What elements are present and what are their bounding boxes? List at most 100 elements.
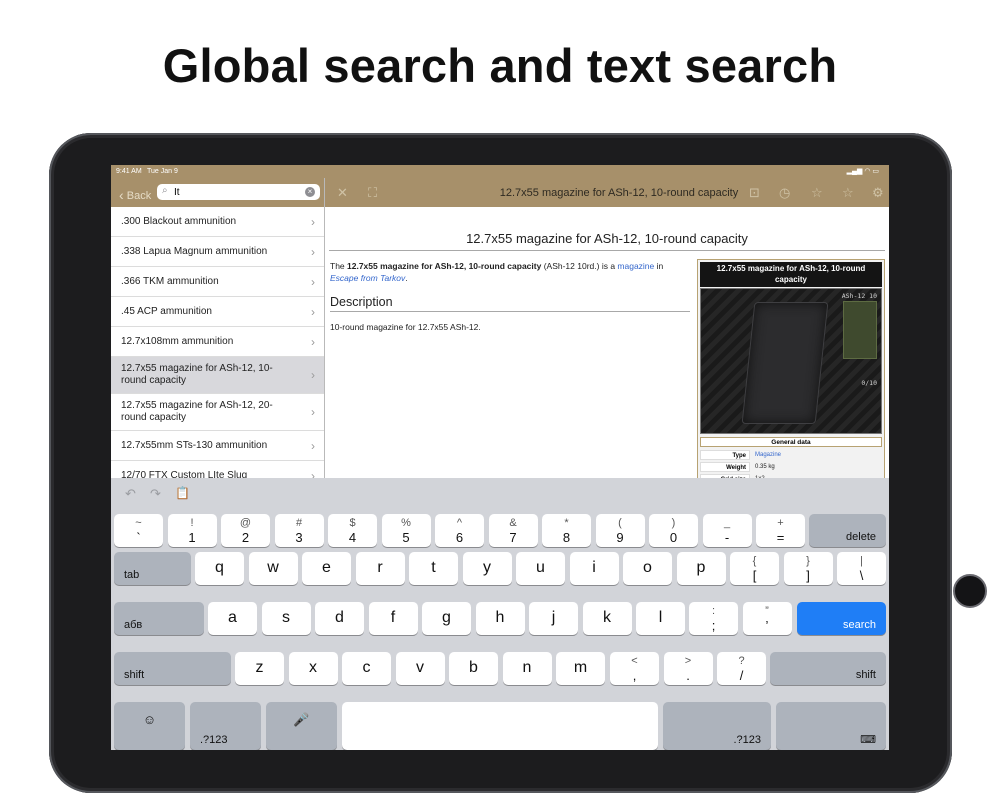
emoji-key[interactable]: ☺ — [114, 702, 185, 750]
key-z[interactable]: z — [235, 652, 284, 685]
search-field[interactable]: ⌕ × — [157, 184, 320, 200]
list-item[interactable]: .45 ACP ammunition › — [111, 297, 324, 327]
key-w[interactable]: w — [248, 552, 298, 585]
search-input[interactable] — [174, 185, 294, 199]
key-d[interactable]: d — [315, 602, 364, 635]
key-label: delete — [846, 531, 876, 543]
key-label: l — [658, 609, 663, 626]
key-`[interactable]: ~ ` — [114, 514, 163, 547]
tab-key[interactable]: tab — [114, 552, 191, 585]
key-j[interactable]: j — [529, 602, 578, 635]
key-g[interactable]: g — [422, 602, 471, 635]
key-m[interactable]: m — [556, 652, 605, 685]
search-key[interactable]: search — [797, 602, 886, 635]
space-key[interactable] — [342, 702, 658, 750]
list-item[interactable]: .366 TKM ammunition › — [111, 267, 324, 297]
key-label: f — [390, 609, 396, 626]
key-shift-label: _ — [723, 517, 731, 529]
key-5[interactable]: % 5 — [381, 514, 431, 547]
history-icon[interactable]: ◷ — [779, 185, 790, 201]
key-6[interactable]: ^ 6 — [435, 514, 484, 547]
fullscreen-icon[interactable]: ⛶ — [368, 185, 377, 201]
key-7[interactable]: & 7 — [488, 514, 538, 547]
key--[interactable]: _ - — [702, 514, 752, 547]
key-v[interactable]: v — [395, 652, 445, 685]
key-symbol[interactable]: | \ — [837, 552, 886, 585]
key-b[interactable]: b — [449, 652, 498, 685]
numbers-key-right[interactable]: .?123 — [663, 702, 771, 750]
key-symbol[interactable]: }] — [783, 552, 833, 585]
key-l[interactable]: l — [636, 602, 685, 635]
key-h[interactable]: h — [475, 602, 525, 635]
key-o[interactable]: o — [623, 552, 672, 585]
game-link[interactable]: Escape from Tarkov — [330, 273, 405, 283]
key-4[interactable]: $4 — [328, 514, 377, 547]
key-s[interactable]: s — [261, 602, 311, 635]
key-e[interactable]: e — [302, 552, 351, 585]
key-9[interactable]: (9 — [595, 514, 645, 547]
key-f[interactable]: f — [368, 602, 418, 635]
clear-search-icon[interactable]: × — [305, 187, 315, 197]
key-label: c — [362, 659, 371, 676]
magazine-link[interactable]: magazine — [617, 261, 654, 271]
key-q[interactable]: q — [195, 552, 244, 585]
key-symbol[interactable]: >. — [663, 652, 713, 685]
ipad-screen: 9:41 AM Tue Jan 9 ▂▄▆ ◠ ▭ ‹ Back ⌕ × .30… — [111, 165, 889, 750]
key-=[interactable]: + = — [756, 514, 805, 547]
list-item[interactable]: 12.7x108mm ammunition › — [111, 327, 324, 357]
infobox-value[interactable]: Magazine — [752, 450, 882, 460]
close-icon[interactable]: ✕ — [337, 185, 348, 201]
key-0[interactable]: ) 0 — [649, 514, 698, 547]
find-in-page-icon[interactable]: ⊡ — [749, 185, 760, 201]
key-n[interactable]: n — [502, 652, 552, 685]
delete-key[interactable]: delete — [809, 514, 886, 547]
key-symbol[interactable]: ? / — [717, 652, 766, 685]
key-label: 6 — [455, 530, 464, 545]
key-8[interactable]: * 8 — [542, 514, 591, 547]
list-item[interactable]: .338 Lapua Magnum ammunition › — [111, 237, 324, 267]
back-button[interactable]: ‹ Back — [119, 186, 151, 203]
key-symbol[interactable]: {[ — [730, 552, 779, 585]
paste-icon[interactable]: 📋 — [175, 486, 190, 500]
key-symbol[interactable]: <, — [610, 652, 659, 685]
list-item[interactable]: 12.7x55 magazine for ASh-12, 20-round ca… — [111, 394, 324, 431]
list-item-label: 12/70 FTX Custom LIte Slug — [121, 469, 248, 479]
key-p[interactable]: p — [676, 552, 726, 585]
bookmark-star-icon[interactable]: ☆ — [811, 185, 823, 201]
undo-icon[interactable]: ↶ — [125, 486, 136, 502]
item-image[interactable]: ASh-12 10 0/10 — [700, 288, 882, 434]
key-shift-label: & — [509, 517, 517, 529]
key-symbol[interactable]: ”’ — [742, 602, 792, 635]
key-k[interactable]: k — [582, 602, 632, 635]
key-symbol[interactable]: :; — [689, 602, 738, 635]
key-u[interactable]: u — [516, 552, 565, 585]
key-r[interactable]: r — [355, 552, 405, 585]
key-t[interactable]: t — [409, 552, 458, 585]
list-item[interactable]: 12.7x55 magazine for ASh-12, 10-round ca… — [111, 357, 324, 394]
dictation-key[interactable]: 🎤 — [266, 702, 337, 750]
chevron-left-icon: ‹ — [119, 187, 124, 203]
list-item[interactable]: 12.7x55mm STs-130 ammunition › — [111, 431, 324, 461]
key-1[interactable]: ! 1 — [167, 514, 217, 547]
key-2[interactable]: @2 — [221, 514, 270, 547]
list-item[interactable]: 12/70 FTX Custom LIte Slug › — [111, 461, 324, 479]
key-i[interactable]: i — [569, 552, 619, 585]
favorite-star-icon[interactable]: ☆ — [842, 185, 854, 201]
hide-keyboard-key[interactable]: ⌨ — [776, 702, 886, 750]
key-x[interactable]: x — [288, 652, 338, 685]
key-label: / — [739, 668, 744, 683]
list-item[interactable]: .300 Blackout ammunition › — [111, 207, 324, 237]
language-key[interactable]: абв — [114, 602, 204, 635]
key-label: h — [495, 609, 505, 626]
key-shift-label: ~ — [135, 517, 142, 529]
key-c[interactable]: c — [342, 652, 391, 685]
key-a[interactable]: a — [208, 602, 257, 635]
key-y[interactable]: y — [462, 552, 512, 585]
key-3[interactable]: #3 — [274, 514, 324, 547]
numbers-key-left[interactable]: .?123 — [190, 702, 261, 750]
shift-key-left[interactable]: shift — [114, 652, 231, 685]
redo-icon[interactable]: ↷ — [150, 486, 161, 502]
gear-icon[interactable]: ⚙ — [872, 185, 884, 201]
home-button[interactable] — [953, 574, 987, 608]
shift-key-right[interactable]: shift — [770, 652, 886, 685]
